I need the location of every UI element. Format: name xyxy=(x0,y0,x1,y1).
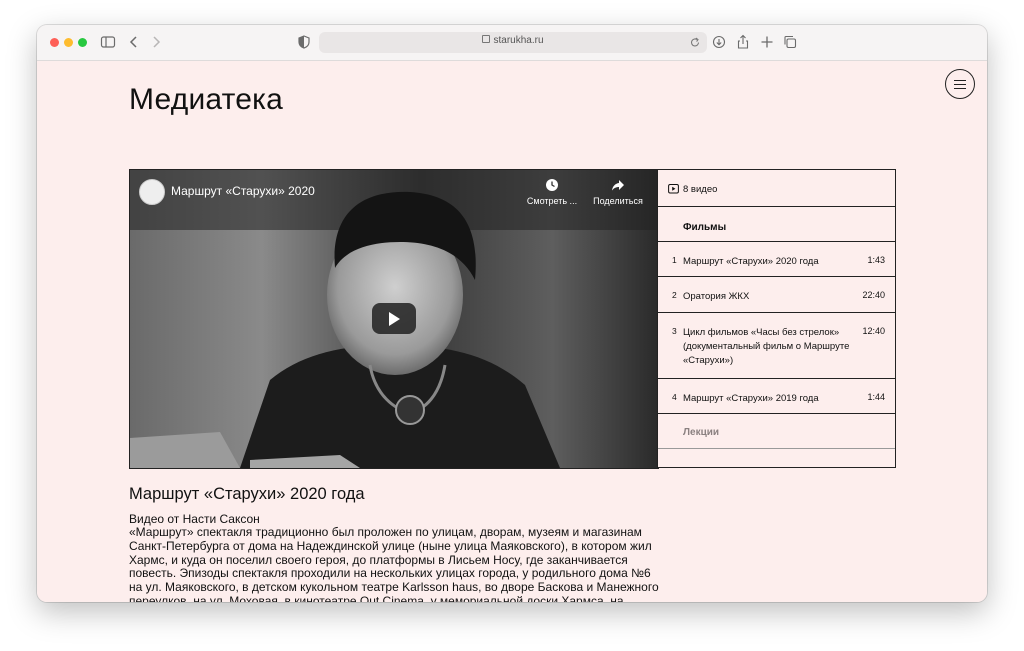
section-label: Фильмы xyxy=(683,222,727,233)
playlist-section-films: Фильмы xyxy=(658,207,895,242)
item-number: 2 xyxy=(672,290,677,300)
item-duration: 22:40 xyxy=(862,290,885,300)
playlist-item[interactable]: 2 Оратория ЖКХ 22:40 xyxy=(658,277,895,313)
privacy-shield-icon[interactable] xyxy=(298,33,310,51)
hamburger-icon xyxy=(954,79,966,81)
maximize-window-button[interactable] xyxy=(78,38,87,47)
watch-later-label: Смотреть ... xyxy=(526,196,578,206)
browser-toolbar: starukha.ru xyxy=(37,25,987,61)
section-label: Лекции xyxy=(683,427,720,438)
video-author: Видео от Насти Саксон xyxy=(129,512,260,526)
playlist-panel: 8 видео Фильмы 1 Маршрут «Старухи» 2020 … xyxy=(657,169,896,468)
close-window-button[interactable] xyxy=(50,38,59,47)
url-text: starukha.ru xyxy=(493,35,544,46)
item-title: Маршрут «Старухи» 2019 года xyxy=(683,393,819,404)
clock-icon xyxy=(546,179,558,191)
item-duration: 1:43 xyxy=(867,255,885,265)
playlist-count: 8 видео xyxy=(683,184,718,195)
lock-icon xyxy=(482,35,491,43)
playlist-header: 8 видео xyxy=(658,170,895,207)
video-heading: Маршрут «Старухи» 2020 года xyxy=(129,485,365,503)
hamburger-icon-line xyxy=(954,87,966,89)
playlist-item[interactable]: 1 Маршрут «Старухи» 2020 года 1:43 xyxy=(658,242,895,277)
forward-icon[interactable] xyxy=(150,33,162,51)
watch-later-button[interactable]: Смотреть ... xyxy=(524,178,580,206)
video-description: «Маршрут» спектакля традиционно был прол… xyxy=(129,525,659,602)
item-number: 4 xyxy=(672,392,677,402)
play-button[interactable] xyxy=(372,303,416,334)
menu-button[interactable] xyxy=(945,69,975,99)
browser-window: starukha.ru Медиатека Маршрут «Старухи» … xyxy=(37,25,987,602)
minimize-window-button[interactable] xyxy=(64,38,73,47)
share-icon[interactable] xyxy=(736,33,750,51)
page-title: Медиатека xyxy=(129,83,283,116)
share-arrow-icon xyxy=(612,180,624,191)
playlist-section-lectures: Лекции xyxy=(658,414,895,449)
channel-avatar[interactable] xyxy=(139,179,165,205)
sidebar-toggle-icon[interactable] xyxy=(100,33,116,51)
hamburger-icon-line xyxy=(954,83,966,85)
new-tab-icon[interactable] xyxy=(760,33,774,51)
playlist-item[interactable]: 4 Маршрут «Старухи» 2019 года 1:44 xyxy=(658,379,895,414)
share-label: Поделиться xyxy=(593,196,643,206)
item-number: 3 xyxy=(672,326,677,336)
share-video-button[interactable]: Поделиться xyxy=(590,178,646,206)
item-title: Маршрут «Старухи» 2020 года xyxy=(683,256,819,267)
item-duration: 1:44 xyxy=(867,392,885,402)
play-icon xyxy=(389,312,400,326)
item-duration: 12:40 xyxy=(862,326,885,336)
playlist-icon xyxy=(668,184,679,194)
item-title: Оратория ЖКХ xyxy=(683,291,750,302)
back-icon[interactable] xyxy=(128,33,140,51)
address-bar[interactable]: starukha.ru xyxy=(319,32,707,53)
playlist-item[interactable]: 3 Цикл фильмов «Часы без стрелок» (докум… xyxy=(658,313,895,379)
downloads-icon[interactable] xyxy=(712,33,726,51)
item-number: 1 xyxy=(672,255,677,265)
tab-overview-icon[interactable] xyxy=(783,33,797,51)
video-title[interactable]: Маршрут «Старухи» 2020 xyxy=(171,184,315,198)
page-content: Медиатека Маршрут «Старухи» 2020 Смотрет… xyxy=(37,61,987,602)
reload-icon[interactable] xyxy=(688,34,702,56)
item-title: Цикл фильмов «Часы без стрелок» (докумен… xyxy=(683,327,850,366)
video-player[interactable]: Маршрут «Старухи» 2020 Смотреть ... Поде… xyxy=(129,169,659,469)
